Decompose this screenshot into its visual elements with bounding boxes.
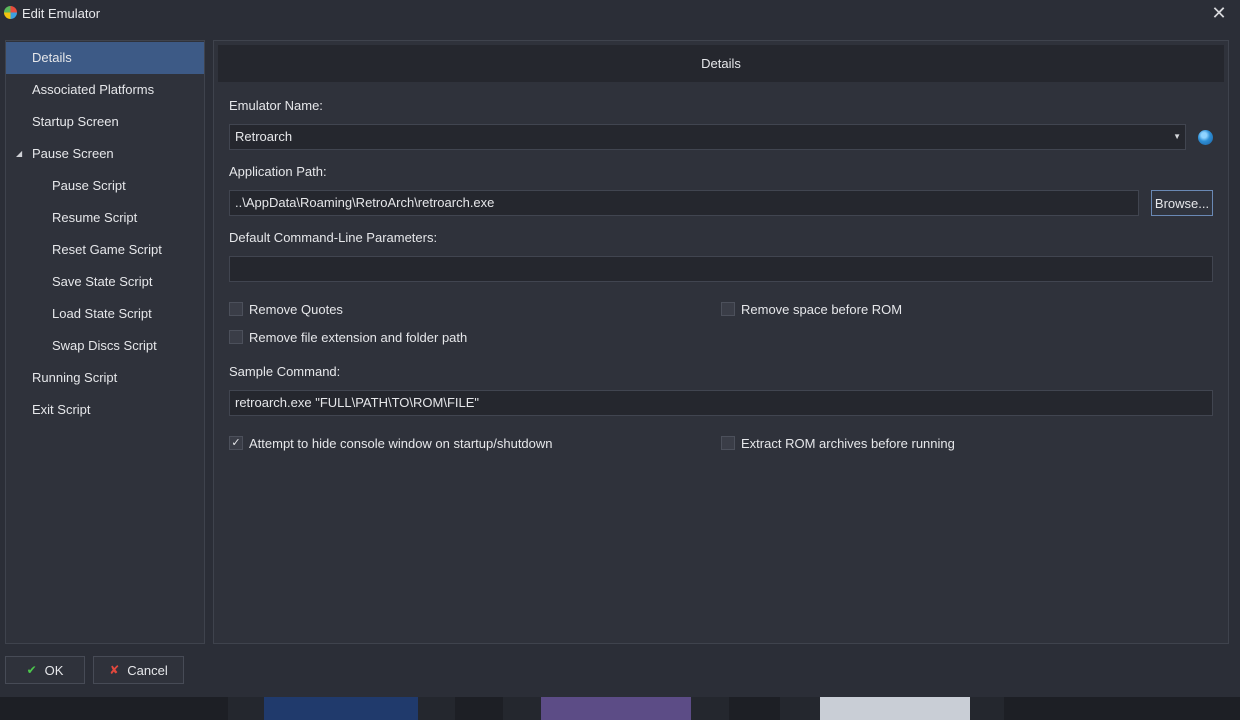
sidebar-item-save-state-script[interactable]: Save State Script — [6, 266, 204, 298]
sidebar-item-label: Details — [32, 50, 72, 65]
cross-icon: ✘ — [109, 663, 120, 677]
sidebar-item-label: Associated Platforms — [32, 82, 155, 97]
application-path-label: Application Path: — [229, 164, 327, 179]
sample-command-input[interactable]: retroarch.exe "FULL\PATH\TO\ROM\FILE" — [229, 390, 1213, 416]
checkbox-label: Extract ROM archives before running — [741, 435, 955, 451]
background-thumbnail — [780, 697, 1004, 720]
sidebar-item-running-script[interactable]: Running Script — [6, 362, 204, 394]
sample-command-label: Sample Command: — [229, 364, 341, 379]
checkbox-box[interactable] — [721, 302, 735, 316]
sidebar-item-label: Startup Screen — [32, 114, 119, 129]
cancel-button[interactable]: ✘ Cancel — [93, 656, 184, 684]
panel-header: Details — [218, 45, 1224, 82]
close-icon[interactable]: ✕ — [1208, 3, 1230, 23]
emulator-name-dropdown[interactable]: Retroarch ▼ — [229, 124, 1186, 150]
browse-button[interactable]: Browse... — [1151, 190, 1213, 216]
sidebar-item-associated-platforms[interactable]: Associated Platforms — [6, 74, 204, 106]
checkbox-box[interactable] — [721, 436, 735, 450]
sidebar-item-label: Exit Script — [32, 402, 91, 417]
sidebar-item-label: Pause Script — [52, 178, 126, 193]
details-panel: Details Emulator Name: Retroarch ▼ Appli… — [213, 40, 1229, 644]
checkbox-label: Remove file extension and folder path — [249, 329, 468, 345]
expand-arrow-icon[interactable]: ◢ — [16, 138, 22, 170]
ok-label: OK — [44, 662, 64, 678]
sidebar-item-details[interactable]: Details — [6, 42, 204, 74]
app-icon — [4, 6, 17, 19]
sidebar-item-label: Swap Discs Script — [52, 338, 157, 353]
params-label: Default Command-Line Parameters: — [229, 230, 438, 245]
checkbox-box[interactable] — [229, 302, 243, 316]
background-thumbnail — [228, 697, 455, 720]
sidebar-item-label: Pause Screen — [32, 146, 114, 161]
background-strip — [0, 697, 1240, 720]
remove-extension-checkbox[interactable]: Remove file extension and folder path — [229, 329, 467, 345]
sidebar-item-label: Load State Script — [52, 306, 152, 321]
sidebar-item-label: Resume Script — [52, 210, 138, 225]
sidebar-item-reset-game-script[interactable]: Reset Game Script — [6, 234, 204, 266]
sidebar-item-startup-screen[interactable]: Startup Screen — [6, 106, 204, 138]
remove-quotes-checkbox[interactable]: Remove Quotes — [229, 301, 343, 317]
application-path-input[interactable]: ..\AppData\Roaming\RetroArch\retroarch.e… — [229, 190, 1139, 216]
globe-icon[interactable] — [1198, 130, 1213, 145]
sidebar-item-label: Running Script — [32, 370, 118, 385]
sidebar-item-pause-script[interactable]: Pause Script — [6, 170, 204, 202]
cancel-label: Cancel — [127, 662, 168, 678]
sidebar-item-exit-script[interactable]: Exit Script — [6, 394, 204, 426]
remove-space-checkbox[interactable]: Remove space before ROM — [721, 301, 902, 317]
checkbox-label: Attempt to hide console window on startu… — [249, 435, 553, 451]
sidebar-item-resume-script[interactable]: Resume Script — [6, 202, 204, 234]
sidebar-item-load-state-script[interactable]: Load State Script — [6, 298, 204, 330]
extract-rom-checkbox[interactable]: Extract ROM archives before running — [721, 435, 955, 451]
checkbox-box[interactable] — [229, 330, 243, 344]
ok-button[interactable]: ✔ OK — [5, 656, 85, 684]
check-icon[interactable]: ✓ — [229, 436, 243, 450]
params-input[interactable] — [229, 256, 1213, 282]
sidebar-item-label: Save State Script — [52, 274, 153, 289]
chevron-down-icon: ▼ — [1173, 132, 1181, 141]
sidebar-item-swap-discs-script[interactable]: Swap Discs Script — [6, 330, 204, 362]
checkbox-label: Remove Quotes — [249, 301, 343, 317]
background-thumbnail — [503, 697, 729, 720]
sidebar: Details Associated Platforms Startup Scr… — [5, 40, 205, 644]
window-title: Edit Emulator — [22, 6, 101, 21]
emulator-name-label: Emulator Name: — [229, 98, 323, 113]
checkbox-label: Remove space before ROM — [741, 301, 903, 317]
sidebar-item-label: Reset Game Script — [52, 242, 162, 257]
hide-console-checkbox[interactable]: ✓ Attempt to hide console window on star… — [229, 435, 553, 451]
emulator-name-value: Retroarch — [235, 129, 293, 144]
check-icon: ✔ — [26, 663, 37, 677]
title-bar: Edit Emulator ✕ — [0, 0, 1240, 26]
sidebar-item-pause-screen[interactable]: ◢ Pause Screen — [6, 138, 204, 170]
